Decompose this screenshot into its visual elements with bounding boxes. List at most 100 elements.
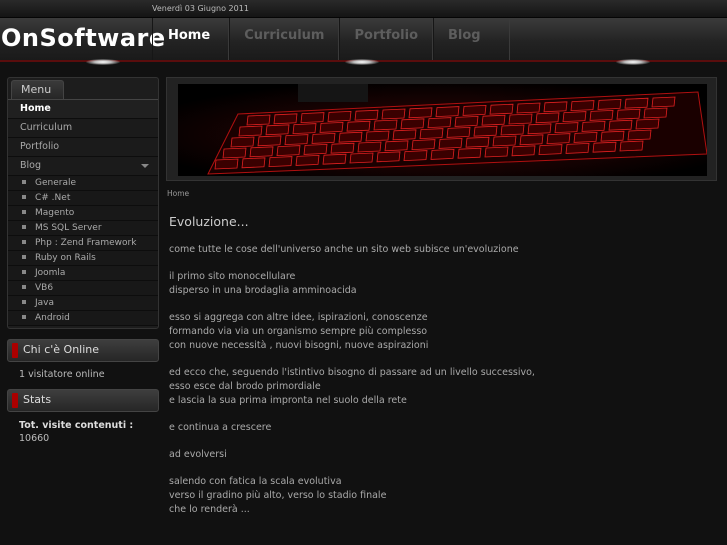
- site-logo[interactable]: OnSoftware: [1, 24, 166, 52]
- keyboard-key: [527, 123, 552, 135]
- keyboard-key: [330, 142, 355, 154]
- keyboard-key: [616, 108, 641, 120]
- keyboard-key: [419, 128, 444, 140]
- keyboard-key: [354, 109, 379, 121]
- blog-subitem[interactable]: Joomla: [8, 266, 158, 281]
- blog-subitem-label: MS SQL Server: [35, 223, 102, 233]
- stats-module-body: Tot. visite contenuti : 10660: [7, 412, 159, 445]
- blog-subitem-label: Android: [35, 313, 70, 323]
- blog-subitem[interactable]: C# .Net: [8, 191, 158, 206]
- keyboard-key: [322, 153, 347, 165]
- article-paragraph: ad evolversi: [169, 449, 227, 460]
- keyboard-key: [535, 112, 560, 124]
- nav-blog[interactable]: Blog: [433, 18, 510, 60]
- keyboard-key: [592, 141, 617, 153]
- keyboard-key: [292, 123, 317, 135]
- keyboard-key: [624, 97, 649, 109]
- top-bar: Venerdì 03 Giugno 2011: [0, 0, 727, 18]
- sidebar-item-curriculum[interactable]: Curriculum: [8, 119, 158, 138]
- stats-title: Stats: [23, 393, 52, 406]
- keyboard-key: [565, 142, 590, 154]
- keyboard-key: [327, 110, 352, 122]
- keyboard-key: [338, 131, 363, 143]
- keyboard-key: [454, 115, 479, 127]
- blog-subitem[interactable]: Android: [8, 311, 158, 326]
- article-paragraph: salendo con fatica la scala evolutiva ve…: [169, 476, 387, 515]
- bullet-icon: [22, 269, 26, 274]
- main-nav: Home Curriculum Portfolio Blog: [152, 18, 510, 60]
- sidebar-item-home[interactable]: Home: [8, 100, 158, 119]
- keyboard-key: [562, 111, 587, 123]
- online-module-body: 1 visitatore online: [7, 362, 159, 380]
- nav-home[interactable]: Home: [152, 18, 230, 60]
- keyboard-key: [214, 158, 239, 170]
- keyboard-key: [384, 140, 409, 152]
- keyboard-key: [651, 96, 676, 108]
- menu-module: Menu Home Curriculum Portfolio Blog Gene…: [7, 77, 159, 329]
- keyboard-key: [465, 136, 490, 148]
- blog-subitem[interactable]: Generale: [8, 176, 158, 191]
- keyboard-banner-image: [178, 84, 707, 176]
- article-paragraph: esso si aggrega con altre idee, ispirazi…: [169, 312, 429, 351]
- keyboard-key: [516, 102, 541, 114]
- nav-portfolio[interactable]: Portfolio: [339, 18, 433, 60]
- blog-subitem[interactable]: Php : Zend Framework: [8, 236, 158, 251]
- blog-subitem[interactable]: Magento: [8, 206, 158, 221]
- keyboard-key: [241, 157, 266, 169]
- article-paragraph: e continua a crescere: [169, 422, 272, 433]
- article: Evoluzione... come tutte le cose dell'un…: [166, 214, 721, 517]
- nav-curriculum[interactable]: Curriculum: [229, 18, 340, 60]
- blog-subitem[interactable]: VB6: [8, 281, 158, 296]
- keyboard-key: [635, 118, 660, 130]
- keyboard-key: [481, 114, 506, 126]
- keyboard-key: [268, 156, 293, 168]
- main-content: Home Evoluzione... come tutte le cose de…: [166, 77, 721, 530]
- blog-subitem-label: Joomla: [35, 268, 66, 278]
- keyboard-key: [489, 103, 514, 115]
- spotlight-decoration: [345, 59, 379, 65]
- blog-subitem[interactable]: MS SQL Server: [8, 221, 158, 236]
- bullet-icon: [22, 194, 26, 199]
- keyboard-key: [311, 132, 336, 144]
- stats-label: Tot. visite contenuti :: [19, 420, 134, 431]
- breadcrumb[interactable]: Home: [166, 189, 721, 198]
- sidebar-item-label: Blog: [20, 160, 41, 171]
- blog-subitem-label: Magento: [35, 208, 75, 218]
- bullet-icon: [22, 179, 26, 184]
- stats-module-header: Stats: [7, 389, 159, 412]
- sidebar-item-blog[interactable]: Blog: [8, 157, 158, 176]
- keyboard-key: [627, 129, 652, 141]
- online-module-header: Chi c'è Online: [7, 339, 159, 362]
- keyboard-key: [408, 107, 433, 119]
- blog-subitem[interactable]: Java: [8, 296, 158, 311]
- blog-subitem[interactable]: Ruby on Rails: [8, 251, 158, 266]
- blog-subitem-label: Php : Zend Framework: [35, 238, 137, 248]
- keyboard-key: [643, 107, 668, 119]
- keyboard-key: [619, 140, 644, 152]
- keyboard-key: [435, 106, 460, 118]
- keyboard-key: [484, 146, 509, 158]
- blog-subitem-label: Ruby on Rails: [35, 253, 96, 263]
- keyboard-key: [265, 124, 290, 136]
- blog-subitem-label: C# .Net: [35, 193, 71, 203]
- bullet-icon: [22, 239, 26, 244]
- blog-subitem-label: Java: [35, 298, 55, 308]
- site-header: OnSoftware Home Curriculum Portfolio Blo…: [0, 18, 727, 62]
- keyboard-key: [554, 122, 579, 134]
- keyboard-key: [319, 121, 344, 133]
- keyboard-key: [581, 120, 606, 132]
- keyboard-key: [295, 154, 320, 166]
- keyboard-key: [392, 129, 417, 141]
- bullet-icon: [22, 284, 26, 289]
- article-body: come tutte le cose dell'universo anche u…: [169, 243, 721, 517]
- keyboard-key: [276, 145, 301, 157]
- sidebar-item-portfolio[interactable]: Portfolio: [8, 138, 158, 157]
- chevron-down-icon[interactable]: [141, 164, 149, 168]
- keyboard-key: [538, 144, 563, 156]
- spotlight-decoration: [86, 59, 120, 65]
- bullet-icon: [22, 224, 26, 229]
- keyboard-key: [346, 120, 371, 132]
- article-title[interactable]: Evoluzione...: [169, 214, 721, 229]
- red-marker-icon: [12, 393, 18, 408]
- keyboard-key: [284, 134, 309, 146]
